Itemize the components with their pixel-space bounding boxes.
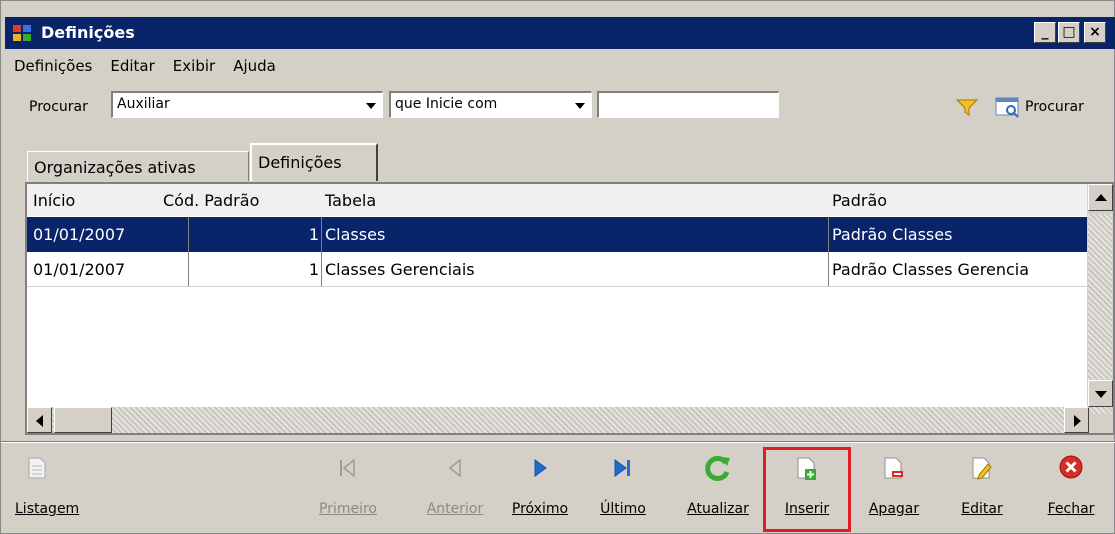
arrow-right-icon xyxy=(1074,415,1081,427)
search-field-value: Auxiliar xyxy=(117,96,170,112)
cell-cod: 1 xyxy=(189,252,322,287)
close-window-button[interactable]: × xyxy=(1084,22,1106,43)
refresh-icon xyxy=(705,456,730,481)
procurar-button-label: Procurar xyxy=(1025,99,1084,115)
next-record-icon xyxy=(534,459,547,477)
tab-organizacoes-ativas[interactable]: Organizações ativas xyxy=(27,151,249,181)
definicoes-window: Definições _ □ × Definições Editar Exibi… xyxy=(0,0,1115,534)
table-row[interactable]: 01/01/2007 1 Classes Padrão Classes xyxy=(27,217,1089,252)
table-header: Início Cód. Padrão Tabela Padrão xyxy=(27,184,1089,216)
cell-cod: 1 xyxy=(189,217,322,252)
arrow-left-icon xyxy=(36,415,43,427)
column-header-tabela[interactable]: Tabela xyxy=(325,191,376,210)
inserir-label: Inserir xyxy=(784,501,830,517)
fechar-button[interactable]: Fechar xyxy=(1037,453,1105,528)
proximo-label: Próximo xyxy=(511,501,569,517)
scroll-right-button[interactable] xyxy=(1064,407,1089,433)
anterior-button[interactable]: Anterior xyxy=(425,453,485,528)
document-list-icon xyxy=(28,457,46,479)
delete-document-icon xyxy=(884,457,903,479)
search-input[interactable] xyxy=(597,91,779,118)
primeiro-label: Primeiro xyxy=(319,501,377,517)
definitions-table: Início Cód. Padrão Tabela Padrão 01/01/2… xyxy=(25,182,1115,435)
cell-inicio: 01/01/2007 xyxy=(27,252,189,287)
tab-definicoes[interactable]: Definições xyxy=(250,143,378,181)
search-window-icon xyxy=(995,97,1019,118)
apagar-button[interactable]: Apagar xyxy=(859,453,929,528)
cell-padrao: Padrão Classes Gerencia xyxy=(829,252,1089,287)
menu-editar[interactable]: Editar xyxy=(101,53,163,79)
procurar-button[interactable]: Procurar xyxy=(995,95,1084,119)
toolbar-separator xyxy=(1,441,1115,443)
search-field-select[interactable]: Auxiliar xyxy=(111,91,383,118)
scroll-down-button[interactable] xyxy=(1088,380,1113,407)
maximize-button[interactable]: □ xyxy=(1058,22,1080,43)
cell-tabela: Classes xyxy=(322,217,829,252)
menu-bar: Definições Editar Exibir Ajuda xyxy=(5,53,285,79)
column-header-inicio[interactable]: Início xyxy=(33,191,75,210)
first-record-icon xyxy=(340,458,355,478)
close-circle-icon xyxy=(1059,455,1083,479)
cell-padrao: Padrão Classes xyxy=(832,225,953,244)
previous-record-icon xyxy=(448,458,461,478)
edit-document-icon xyxy=(972,457,992,480)
listagem-label: Listagem xyxy=(15,501,80,517)
insert-document-icon xyxy=(797,457,816,480)
scroll-up-button[interactable] xyxy=(1088,184,1113,211)
title-bar[interactable]: Definições _ □ × xyxy=(5,17,1115,49)
menu-definicoes[interactable]: Definições xyxy=(5,53,101,79)
ultimo-button[interactable]: Último xyxy=(597,453,649,528)
window-title: Definições xyxy=(41,23,135,42)
menu-ajuda[interactable]: Ajuda xyxy=(224,53,285,79)
primeiro-button[interactable]: Primeiro xyxy=(319,453,377,528)
tab-organizacoes-label: Organizações ativas xyxy=(34,158,196,177)
editar-button[interactable]: Editar xyxy=(951,453,1013,528)
atualizar-button[interactable]: Atualizar xyxy=(675,453,761,528)
table-row[interactable]: 01/01/2007 1 Classes Gerenciais Padrão C… xyxy=(27,252,1089,287)
chevron-down-icon xyxy=(575,103,585,109)
menu-exibir[interactable]: Exibir xyxy=(164,53,224,79)
search-label: Procurar xyxy=(29,99,88,115)
editar-label: Editar xyxy=(961,501,1003,517)
tab-definicoes-label: Definições xyxy=(258,153,342,172)
atualizar-label: Atualizar xyxy=(687,501,749,517)
search-condition-select[interactable]: que Inicie com xyxy=(389,91,592,118)
filter-icon[interactable] xyxy=(956,98,978,118)
proximo-button[interactable]: Próximo xyxy=(501,453,579,528)
column-header-padrao[interactable]: Padrão xyxy=(832,191,887,210)
arrow-down-icon xyxy=(1095,391,1107,398)
cell-inicio: 01/01/2007 xyxy=(27,217,189,252)
chevron-down-icon xyxy=(366,103,376,109)
minimize-button[interactable]: _ xyxy=(1034,22,1056,43)
search-condition-value: que Inicie com xyxy=(395,96,498,112)
inserir-button[interactable]: Inserir xyxy=(769,453,845,528)
apagar-label: Apagar xyxy=(868,501,920,517)
column-header-cod-padrao[interactable]: Cód. Padrão xyxy=(163,191,259,210)
arrow-up-icon xyxy=(1095,194,1107,201)
vertical-scrollbar[interactable] xyxy=(1087,184,1113,433)
last-record-icon xyxy=(614,459,630,477)
horizontal-scroll-thumb[interactable] xyxy=(54,407,112,433)
fechar-label: Fechar xyxy=(1047,501,1095,517)
ultimo-label: Último xyxy=(600,501,646,517)
listagem-button[interactable]: Listagem xyxy=(15,453,105,528)
app-icon xyxy=(13,25,31,41)
anterior-label: Anterior xyxy=(426,501,484,517)
scroll-left-button[interactable] xyxy=(27,407,52,433)
cell-tabela: Classes Gerenciais xyxy=(322,252,829,287)
horizontal-scrollbar[interactable] xyxy=(27,407,1089,433)
